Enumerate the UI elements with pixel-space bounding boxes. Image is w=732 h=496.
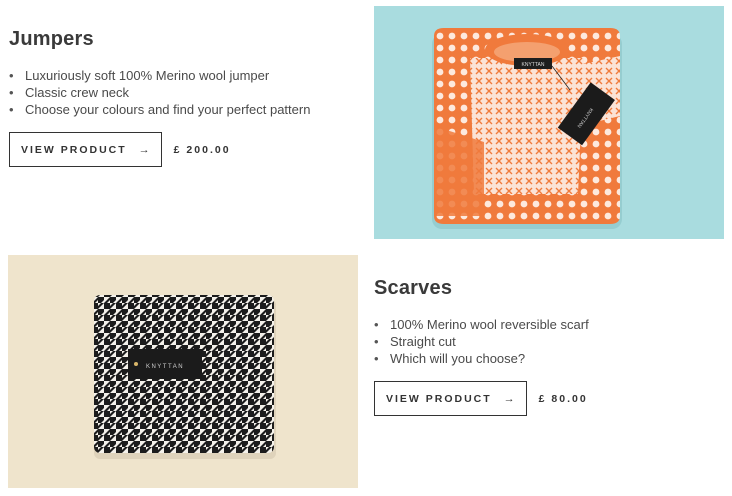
jumper-label-text: KNYTTAN — [522, 62, 545, 68]
scarves-section: Scarves 100% Merino wool reversible scar… — [374, 277, 724, 416]
arrow-right-icon: → — [138, 143, 150, 156]
feature-item: Luxuriously soft 100% Merino wool jumper — [9, 67, 359, 84]
feature-item: Choose your colours and find your perfec… — [9, 101, 359, 118]
view-product-button-jumpers[interactable]: VIEW PRODUCT → — [9, 132, 162, 167]
scarf-product-image[interactable]: KNYTTAN — [8, 255, 358, 488]
scarf-label-text: KNYTTAN — [146, 364, 184, 370]
price-jumpers: £ 200.00 — [173, 143, 231, 156]
view-product-label: VIEW PRODUCT — [21, 143, 127, 156]
scarf-illustration: KNYTTAN — [8, 255, 358, 488]
feature-list-scarves: 100% Merino wool reversible scarf Straig… — [374, 316, 724, 367]
cta-row-scarves: VIEW PRODUCT → £ 80.00 — [374, 381, 724, 416]
feature-item: Straight cut — [374, 333, 724, 350]
cta-row-jumpers: VIEW PRODUCT → £ 200.00 — [9, 132, 359, 167]
view-product-button-scarves[interactable]: VIEW PRODUCT → — [374, 381, 527, 416]
feature-item: Which will you choose? — [374, 350, 724, 367]
product-title-scarves: Scarves — [374, 277, 453, 299]
feature-item: Classic crew neck — [9, 84, 359, 101]
arrow-right-icon: → — [503, 392, 515, 405]
jumper-illustration: KNYTTAN KNYTTAN — [374, 6, 724, 239]
feature-list-jumpers: Luxuriously soft 100% Merino wool jumper… — [9, 67, 359, 118]
view-product-label: VIEW PRODUCT — [386, 392, 492, 405]
price-scarves: £ 80.00 — [538, 392, 588, 405]
jumpers-section: Jumpers Luxuriously soft 100% Merino woo… — [9, 28, 359, 167]
product-title-jumpers: Jumpers — [9, 28, 94, 50]
feature-item: 100% Merino wool reversible scarf — [374, 316, 724, 333]
jumper-product-image[interactable]: KNYTTAN KNYTTAN — [374, 6, 724, 239]
